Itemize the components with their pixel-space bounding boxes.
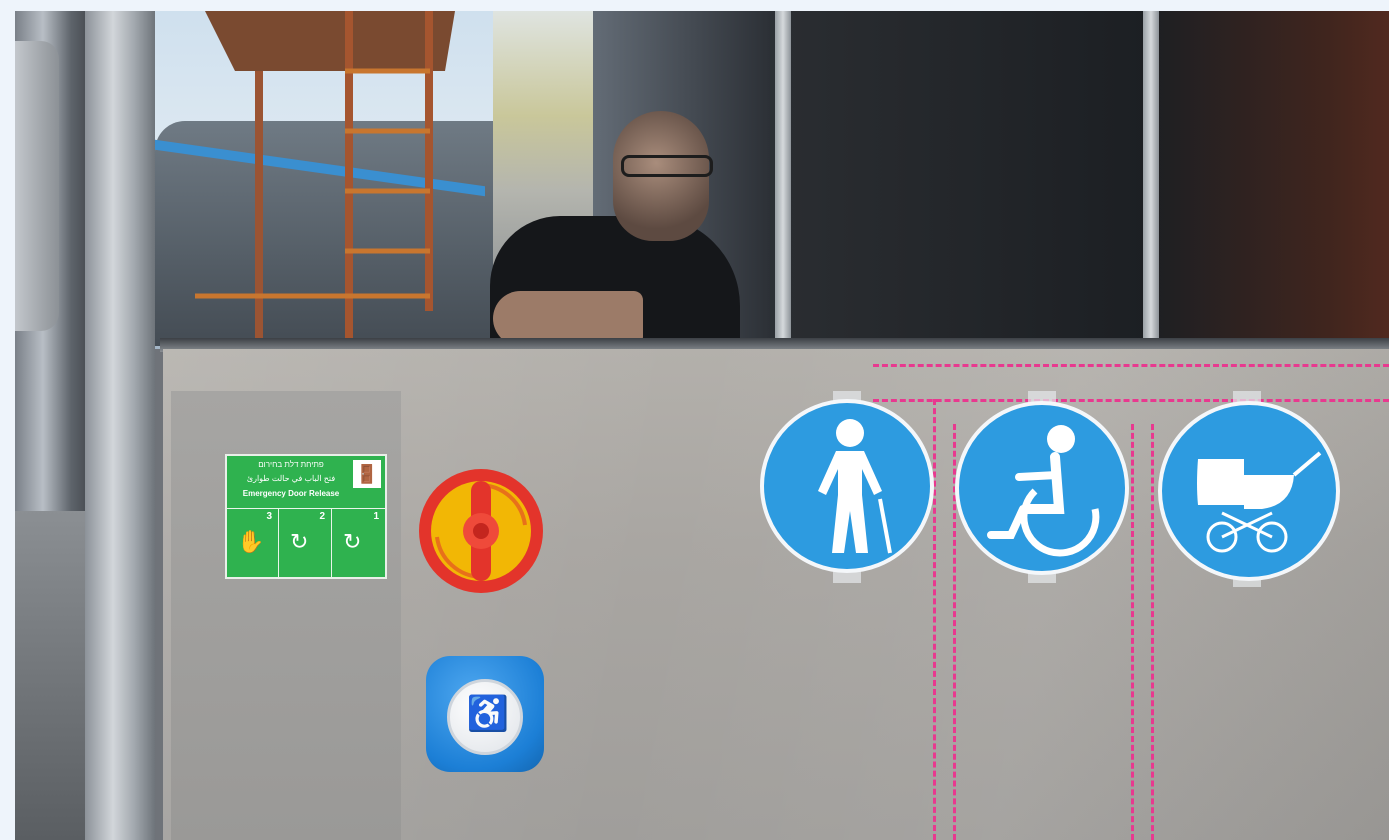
window-frame <box>775 11 791 349</box>
step-number: 3 <box>266 511 272 522</box>
sticker-english-text: Emergency Door Release <box>242 489 340 498</box>
emergency-exit-icon: 🚪 <box>353 460 381 488</box>
person-glasses <box>621 155 713 177</box>
ground <box>15 511 90 840</box>
door-window <box>15 11 1389 352</box>
baby-stroller-icon <box>1197 451 1322 553</box>
step-number: 2 <box>319 511 325 522</box>
wheelchair-icon <box>987 425 1100 557</box>
dark-interior <box>785 11 1389 349</box>
scaffold-reflection <box>195 11 455 341</box>
window-frame <box>1143 11 1159 349</box>
emergency-door-release-sticker: פתיחת דלת בחירום فتح الباب في حالت طوارئ… <box>225 454 387 579</box>
intercom-device <box>15 41 59 331</box>
guide-line <box>1131 424 1134 840</box>
guide-line <box>1151 424 1154 840</box>
turn-knob-icon: ↻ <box>290 529 309 554</box>
sticker-step: 3 ✋ <box>227 509 279 579</box>
bus-door-photo: פתיחת דלת בחירום فتح الباب في حالت طوارئ… <box>15 11 1389 840</box>
sticker-hebrew-text: פתיחת דלת בחירום <box>258 460 324 469</box>
guide-line <box>873 399 1389 402</box>
sticker-step: 2 ↻ <box>280 509 332 579</box>
wheelchair-seat-sign <box>955 401 1129 575</box>
turn-knob-icon: ↻ <box>343 529 362 554</box>
sticker-steps: 3 ✋ 2 ↻ 1 ↻ <box>227 508 385 579</box>
sticker-arabic-text: فتح الباب في حالت طوارئ <box>246 474 336 483</box>
door-panel: פתיחת דלת בחירום فتح الباب في حالت طوارئ… <box>163 349 1389 840</box>
stroller-sign <box>1158 401 1340 581</box>
accessibility-request-button[interactable]: ♿ <box>426 656 544 772</box>
guide-line <box>933 399 936 840</box>
emergency-release-knob[interactable] <box>417 467 545 595</box>
step-number: 1 <box>373 511 379 522</box>
grab-pole <box>85 11 155 840</box>
elderly-seat-sign <box>760 399 934 573</box>
sticker-step: 1 ↻ <box>333 509 385 579</box>
guide-line <box>873 364 1389 367</box>
wheelchair-icon: ♿ <box>466 695 510 733</box>
elderly-person-with-cane-icon <box>818 419 892 554</box>
push-door-icon: ✋ <box>237 529 265 554</box>
